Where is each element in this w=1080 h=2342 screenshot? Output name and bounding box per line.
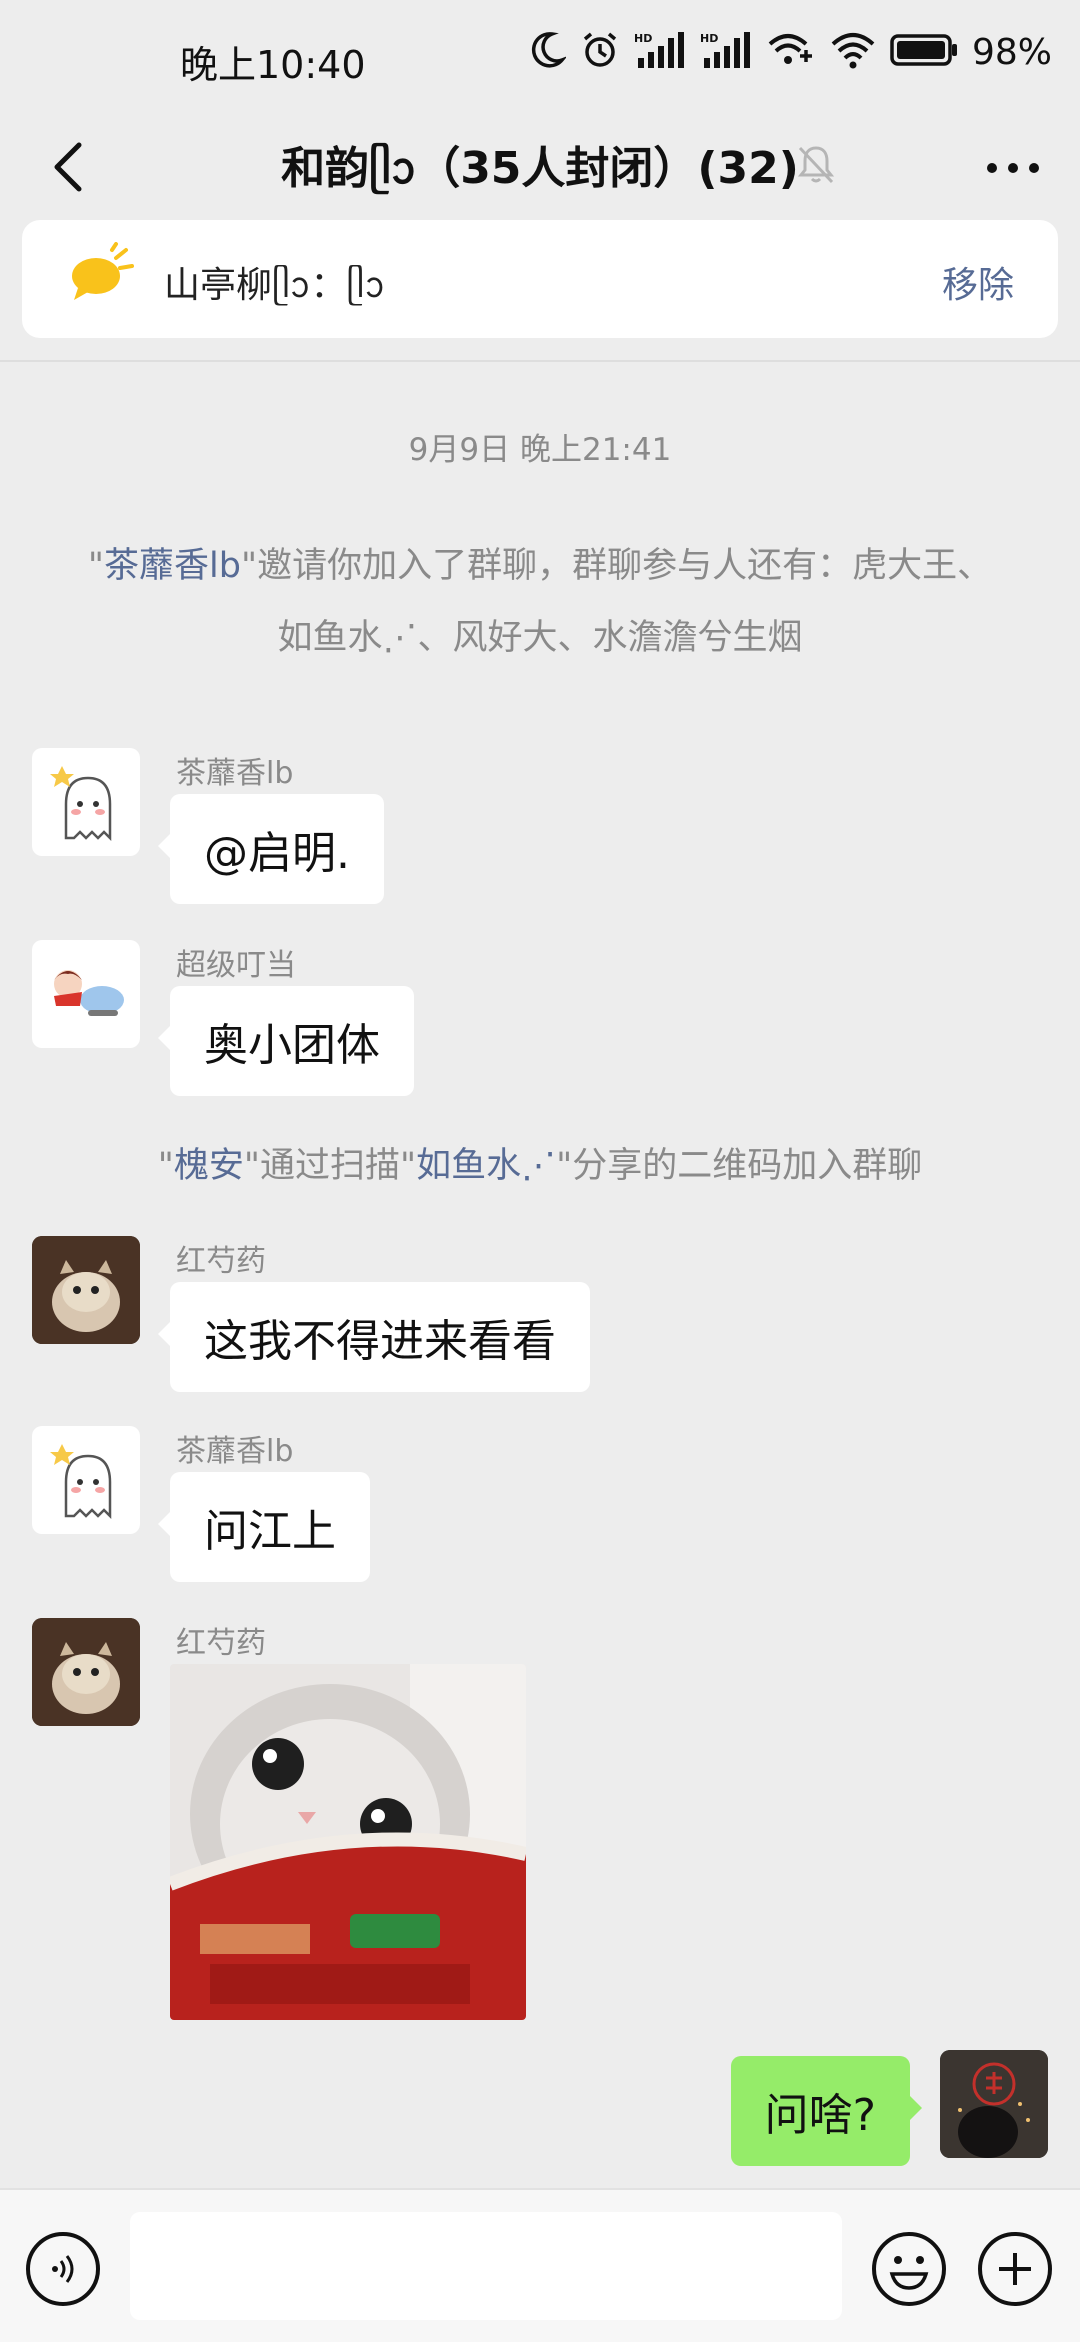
system-message-invite: "茶蘼香lb"邀请你加入了群聊，群聊参与人还有：虎大王、如鱼水⋰、风好大、水澹澹… — [87, 546, 993, 658]
message-bubble[interactable]: 问江上 — [158, 1472, 370, 1582]
avatar[interactable] — [32, 1236, 140, 1344]
emoji-icon — [889, 2256, 929, 2290]
avatar[interactable] — [32, 748, 140, 856]
message-bubble[interactable]: 这我不得进来看看 — [158, 1282, 590, 1392]
status-time: 晚上10:40 — [180, 43, 366, 87]
avatar[interactable] — [32, 940, 140, 1048]
system-message-join: "槐安"通过扫描"如鱼水⋰"分享的二维码加入群聊 — [157, 1146, 923, 1186]
sender-name: 红芍药 — [176, 1626, 266, 1661]
sender-name: 红芍药 — [176, 1244, 266, 1279]
message-timestamp: 9月9日 晚上21:41 — [408, 432, 672, 468]
my-message-bubble[interactable]: 问啥? — [730, 2056, 923, 2166]
svg-text:HD: HD — [700, 32, 718, 45]
plus-button[interactable] — [978, 2232, 1052, 2306]
remove-pinned-button[interactable]: 移除 — [942, 256, 1014, 308]
emoji-button[interactable] — [872, 2232, 946, 2306]
voice-button[interactable] — [26, 2232, 100, 2306]
member-link[interactable]: 槐安 — [174, 1146, 244, 1186]
sender-name: 超级叮当 — [176, 948, 296, 983]
svg-text:HD: HD — [634, 32, 652, 45]
wifi-icon — [830, 30, 876, 74]
image-message[interactable] — [170, 1664, 526, 2020]
alarm-icon — [580, 30, 620, 74]
my-message-row: 问啥? — [0, 2050, 1080, 2170]
hd-signal-icon: HD — [634, 30, 686, 74]
voice-icon — [52, 2255, 74, 2283]
pinned-message-text: 山亭柳ᥫᩣ：ᥫᩣ — [164, 265, 386, 306]
more-button[interactable] — [978, 138, 1048, 198]
bell-off-icon — [794, 142, 838, 190]
message-input[interactable] — [130, 2212, 842, 2320]
battery-icon — [890, 30, 958, 74]
status-bar: 晚上10:40 HD HD 98% — [0, 0, 1080, 120]
header-divider — [0, 360, 1080, 362]
battery-percent: 98% — [971, 31, 1052, 73]
status-icons: HD HD 98% — [530, 30, 1052, 74]
wifi-plus-icon — [766, 30, 816, 74]
pinned-message-card[interactable]: 山亭柳ᥫᩣ：ᥫᩣ 移除 — [22, 220, 1058, 338]
avatar[interactable] — [32, 1426, 140, 1534]
chat-header: 和韵ᥫᩣ（35人封闭）(32) — [0, 120, 1080, 220]
message-bubble[interactable]: 奥小团体 — [158, 986, 414, 1096]
cat-in-noodle-cup-sticker — [170, 1664, 526, 2020]
sender-name: 茶蘼香lb — [176, 756, 294, 791]
message-bubble[interactable]: @启明. — [158, 794, 384, 904]
megaphone-icon — [66, 242, 136, 310]
member-link[interactable]: 如鱼水⋰ — [416, 1146, 556, 1186]
more-icon — [987, 163, 1039, 173]
hd-signal-icon: HD — [700, 30, 752, 74]
avatar[interactable] — [32, 1618, 140, 1726]
chat-title: 和韵ᥫᩣ（35人封闭）(32) — [281, 143, 799, 194]
moon-icon — [530, 30, 568, 74]
my-avatar[interactable] — [940, 2050, 1048, 2158]
chat-input-bar — [0, 2188, 1080, 2342]
sender-name: 茶蘼香lb — [176, 1434, 294, 1469]
member-link[interactable]: 茶蘼香lb — [104, 546, 241, 586]
plus-icon — [999, 2253, 1031, 2285]
